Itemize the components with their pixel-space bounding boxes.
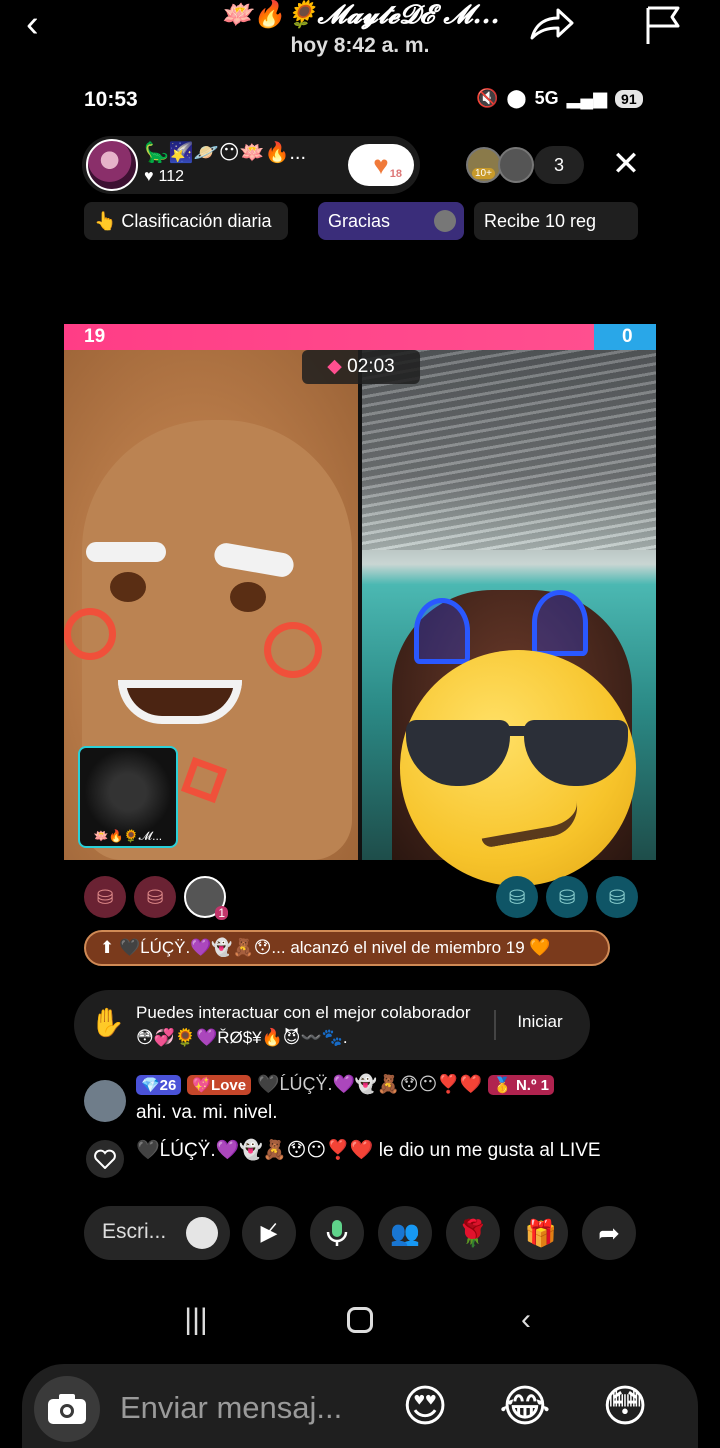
like-heart-icon (86, 1140, 124, 1178)
host-likes-count: 112 (158, 168, 185, 185)
mute-icon: 🔇 (476, 88, 499, 108)
story-author[interactable]: 🪷🔥🌻𝓜𝓪𝔂𝓽𝓮𝓓𝓔 𝓜... (160, 0, 560, 31)
like-event-text: 🖤ĹÚÇŸ.💜👻🧸😯😶❣️❤️ le dio un me gusta al LI… (136, 1140, 601, 1161)
follow-count: 18 (389, 168, 402, 180)
seat-right-2[interactable]: ⛁ (546, 876, 588, 918)
comment-input-placeholder: Escri... (102, 1220, 167, 1243)
battle-timer: ◆ 02:03 (302, 350, 420, 384)
thanks-label: Gracias (328, 211, 391, 231)
thanks-chip[interactable]: Gracias (318, 202, 464, 240)
reaction-flushed[interactable]: 😳 (598, 1380, 652, 1434)
viewer-count[interactable]: 3 (534, 146, 584, 184)
guest-mini-camera[interactable]: 🪷🔥🌻𝓜... (78, 746, 178, 848)
reaction-laughing[interactable]: 😂 (498, 1380, 552, 1434)
story-timestamp: hoy 8:42 a. m. (290, 34, 430, 57)
seat-rank-badge: 1 (215, 906, 228, 920)
love-badge: 💖Love (187, 1074, 252, 1095)
comment-header: 💎26 💖Love 🖤ĹÚÇŸ.💜👻🧸😯😶❣️❤️ 🥇 N.º 1 (136, 1074, 554, 1095)
timer-value: 02:03 (347, 356, 395, 377)
status-icons: 🔇 ⬤ 5G ▂▄▆ 91 (476, 88, 643, 109)
sunglasses-emoji-sticker (400, 650, 636, 886)
video-off-button[interactable]: ▶̸ (242, 1206, 296, 1260)
viewer-badge: 10+ (472, 168, 495, 179)
signal-icon: ▂▄▆ (566, 88, 608, 108)
reaction-heart-eyes[interactable]: 😍 (398, 1380, 452, 1434)
level-badge: 💎26 (136, 1074, 182, 1095)
prompt-separator (494, 1010, 496, 1040)
score-left: 19 (84, 326, 106, 347)
thanks-avatar-icon (434, 210, 456, 232)
emoji-picker-icon[interactable] (186, 1217, 218, 1249)
heart-icon: ♥ (144, 168, 154, 185)
battery-level: 91 (615, 89, 643, 108)
comment-text: ahi. va. mi. nivel. (136, 1102, 278, 1123)
camera-button[interactable] (34, 1376, 100, 1442)
seat-icon: ⛁ (146, 886, 164, 909)
recent-apps-icon[interactable]: ||| (176, 1300, 216, 1340)
seat-icon: ⛁ (96, 886, 114, 909)
share-icon[interactable] (528, 4, 576, 44)
seat-left-2[interactable]: ⛁ (134, 876, 176, 918)
network-label: 5G (534, 88, 559, 108)
rank-badge: 🥇 N.º 1 (488, 1074, 554, 1095)
gift-icon: 🎁 (524, 1217, 558, 1248)
rose-icon: 🌹 (456, 1217, 490, 1248)
mic-button[interactable] (310, 1206, 364, 1260)
people-icon: 👥 (390, 1219, 420, 1247)
gifts-chip[interactable]: Recibe 10 reg (474, 202, 638, 240)
follow-button[interactable]: ♥ 18 (348, 144, 414, 186)
commenter-avatar[interactable] (84, 1080, 126, 1122)
seat-right-1[interactable]: ⛁ (496, 876, 538, 918)
gifts-label: Recibe 10 reg (484, 211, 597, 231)
daily-ranking-chip[interactable]: 👆 Clasificación diaria (84, 202, 288, 240)
wave-hand-icon: ✋ (90, 1007, 125, 1038)
location-icon: ⬤ (506, 88, 527, 108)
viewer-avatar-2[interactable] (498, 147, 534, 183)
collaborator-prompt-text: Puedes interactuar con el mejor colabora… (136, 1003, 471, 1047)
rose-gift-button[interactable]: 🌹 (446, 1206, 500, 1260)
seat-icon: ⛁ (508, 886, 526, 909)
seat-left-1[interactable]: ⛁ (84, 876, 126, 918)
heart-gift-icon: ♥ (373, 149, 389, 180)
level-up-banner: ⬆ 🖤ĹÚÇŸ.💜👻🧸😯... alcanzó el nivel de miem… (84, 930, 610, 966)
share-live-button[interactable]: ➦ (582, 1206, 636, 1260)
home-icon[interactable] (340, 1300, 380, 1340)
report-flag-icon[interactable] (642, 4, 686, 46)
microphone-icon (326, 1220, 348, 1246)
host-name: 🦕🌠🪐😶🪷🔥... (144, 142, 307, 164)
seat-left-3[interactable]: 1 (184, 876, 228, 920)
status-clock: 10:53 (84, 88, 138, 111)
gift-button[interactable]: 🎁 (514, 1206, 568, 1260)
guests-button[interactable]: 👥 (378, 1206, 432, 1260)
start-button[interactable]: Iniciar (502, 1012, 578, 1032)
host-avatar[interactable] (86, 139, 138, 191)
seat-right-3[interactable]: ⛁ (596, 876, 638, 918)
mini-cam-label: 🪷🔥🌻𝓜... (93, 829, 163, 843)
battle-icon: ◆ (327, 356, 342, 377)
seat-icon: ⛁ (608, 886, 626, 909)
close-icon[interactable]: ✕ (606, 144, 646, 184)
camera-icon (48, 1394, 86, 1424)
video-off-icon: ▶̸ (260, 1220, 278, 1245)
battle-bar-left (64, 324, 594, 350)
comment-username[interactable]: 🖤ĹÚÇŸ.💜👻🧸😯😶❣️❤️ (257, 1074, 482, 1095)
nav-back-icon[interactable]: ‹ (506, 1300, 546, 1340)
seat-icon: ⛁ (558, 886, 576, 909)
host-likes: ♥ 112 (144, 168, 184, 186)
score-right: 0 (622, 326, 633, 347)
back-icon[interactable]: ‹ (26, 4, 66, 44)
reply-input-placeholder[interactable]: Enviar mensaj... (120, 1390, 342, 1426)
share-arrow-icon: ➦ (598, 1217, 620, 1248)
